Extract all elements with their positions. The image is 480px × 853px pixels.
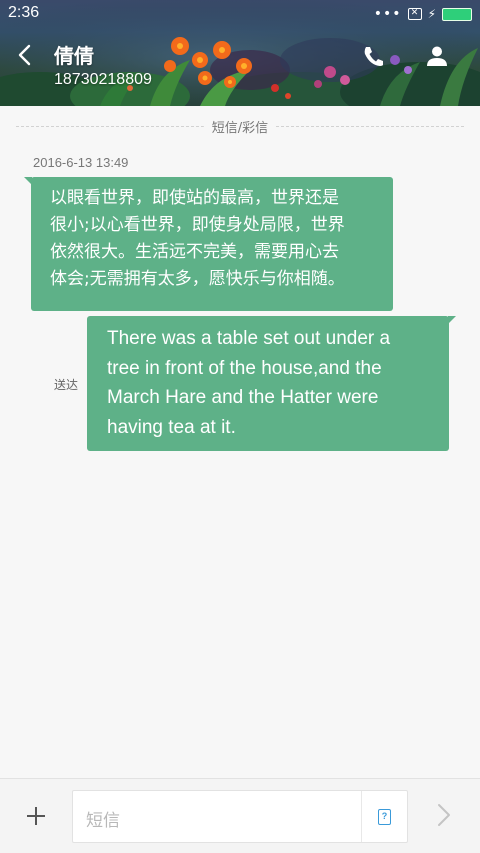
- outgoing-message-text: There was a table set out under a tree i…: [107, 324, 435, 442]
- back-icon[interactable]: [14, 42, 36, 68]
- message-type-label: 短信/彩信: [203, 117, 277, 136]
- outgoing-message-bubble[interactable]: There was a table set out under a tree i…: [87, 316, 456, 451]
- status-bar: 2:36 ••• ✕ ⚡: [0, 0, 480, 28]
- send-icon[interactable]: [434, 801, 454, 829]
- incoming-message-text: 以眼看世界，即使站的最高，世界还是 很小;以心看世界，即使身处局限，世界 依然很…: [50, 185, 377, 293]
- bubble-tail: [24, 177, 32, 185]
- phone-icon[interactable]: [360, 44, 386, 68]
- plus-icon[interactable]: [24, 804, 48, 828]
- no-sim-icon: ✕: [407, 8, 422, 20]
- message-line: 很小;以心看世界，即使身处局限，世界: [50, 215, 345, 235]
- charging-icon: ⚡: [427, 7, 436, 21]
- incoming-message-bubble[interactable]: 以眼看世界，即使站的最高，世界还是 很小;以心看世界，即使身处局限，世界 依然很…: [24, 177, 393, 311]
- message-type-divider: 短信/彩信: [16, 116, 464, 136]
- bubble-tail: [448, 316, 456, 324]
- sim-selector[interactable]: ?: [361, 791, 407, 842]
- delivery-status: 送达: [54, 378, 79, 392]
- compose-bar: 短信 ?: [0, 778, 480, 853]
- contact-phone-number: 18730218809: [54, 71, 152, 88]
- more-notifications-icon: •••: [373, 6, 402, 22]
- message-timestamp: 2016-6-13 13:49: [33, 155, 129, 170]
- conversation-header: 2:36 ••• ✕ ⚡ 倩倩 18730218809: [0, 0, 480, 106]
- message-line: There was a table set out under a: [107, 328, 391, 349]
- message-line: March Hare and the Hatter were: [107, 387, 379, 408]
- sim-icon: ?: [378, 809, 391, 825]
- message-input[interactable]: 短信 ?: [72, 790, 408, 843]
- message-input-placeholder: 短信: [86, 811, 120, 831]
- message-line: 依然很大。生活远不完美，需要用心去: [50, 242, 339, 262]
- message-line: 以眼看世界，即使站的最高，世界还是: [50, 188, 339, 208]
- message-line: 体会;无需拥有太多，愿快乐与你相随。: [50, 269, 345, 289]
- status-icons: ••• ✕ ⚡: [374, 6, 472, 22]
- message-line: tree in front of the house,and the: [107, 357, 382, 379]
- battery-icon: [442, 7, 472, 21]
- message-line: having tea at it.: [107, 416, 236, 438]
- contact-name: 倩倩: [54, 44, 94, 68]
- person-icon[interactable]: [424, 44, 450, 68]
- status-time: 2:36: [8, 4, 40, 21]
